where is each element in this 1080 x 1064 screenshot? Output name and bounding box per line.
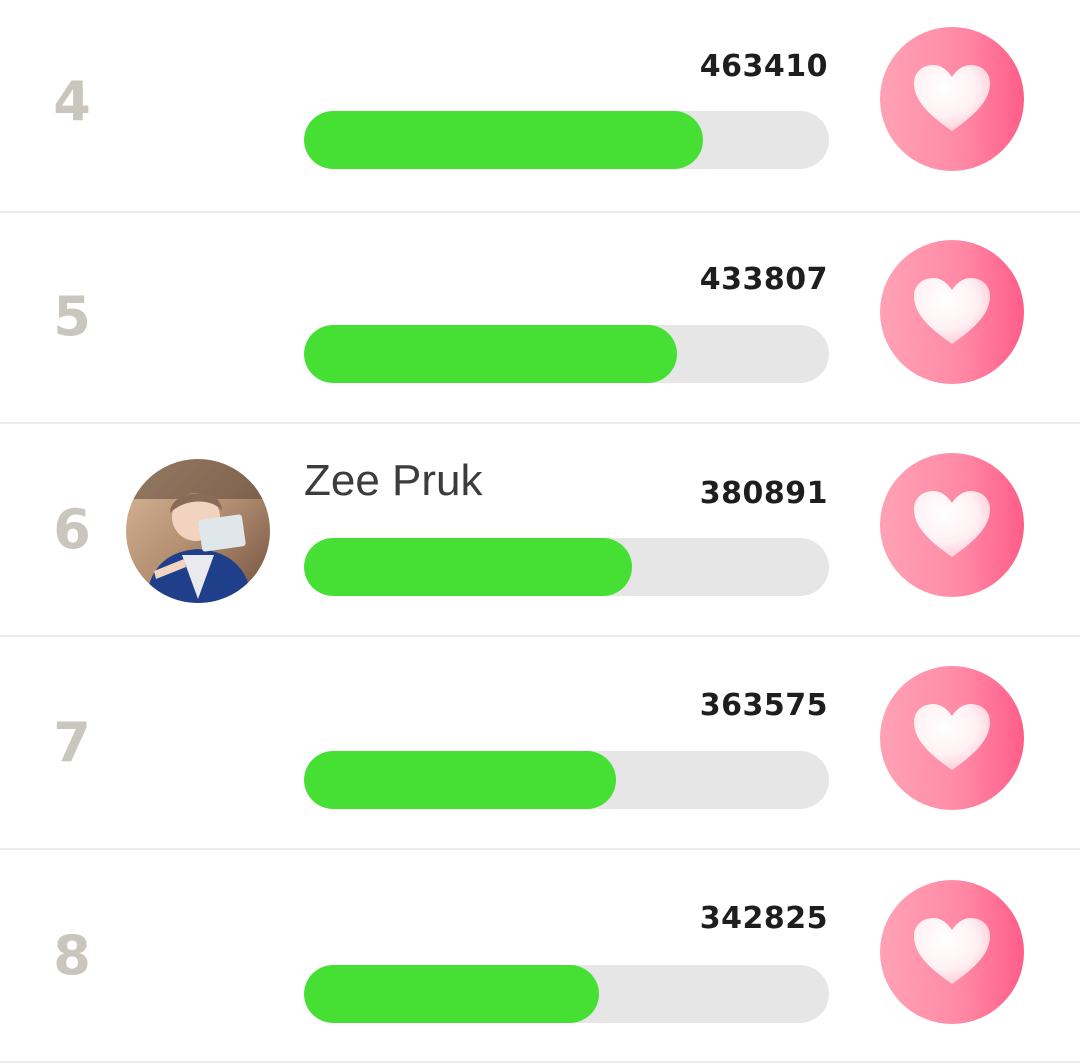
heart-icon <box>914 918 990 984</box>
ranking-row: 4 463410 <box>0 0 1080 213</box>
vote-heart-button[interactable] <box>880 666 1024 810</box>
vote-heart-button[interactable] <box>880 880 1024 1024</box>
rank-number: 5 <box>53 285 91 348</box>
vote-progress-bar <box>304 538 829 596</box>
ranking-row: 8 342825 <box>0 850 1080 1063</box>
heart-icon <box>914 278 990 344</box>
vote-progress-fill <box>304 751 617 809</box>
vote-progress-fill <box>304 111 703 169</box>
vote-heart-button[interactable] <box>880 27 1024 171</box>
vote-heart-button[interactable] <box>880 453 1024 597</box>
vote-count: 363575 <box>699 688 828 723</box>
artist-name: Zee Pruk <box>304 456 483 505</box>
vote-progress-fill <box>304 965 600 1023</box>
vote-progress-bar <box>304 111 829 169</box>
rank-number: 8 <box>53 924 91 987</box>
vote-progress-bar <box>304 751 829 809</box>
ranking-row: 5 433807 <box>0 211 1080 424</box>
heart-icon <box>914 491 990 557</box>
ranking-list: 4 463410 5 433807 6 Zee Pruk 380891 7 36… <box>0 0 1080 1064</box>
rank-number: 6 <box>53 498 91 561</box>
vote-count: 433807 <box>699 262 828 297</box>
vote-progress-fill <box>304 538 632 596</box>
rank-number: 4 <box>53 70 91 133</box>
vote-count: 380891 <box>699 476 828 511</box>
vote-progress-fill <box>304 325 677 383</box>
ranking-row: 6 Zee Pruk 380891 <box>0 424 1080 637</box>
vote-progress-bar <box>304 325 829 383</box>
vote-count: 342825 <box>699 901 828 936</box>
heart-icon <box>914 704 990 770</box>
vote-progress-bar <box>304 965 829 1023</box>
ranking-row: 7 363575 <box>0 637 1080 850</box>
heart-icon <box>914 65 990 131</box>
avatar[interactable] <box>126 459 270 603</box>
vote-count: 463410 <box>699 49 828 84</box>
vote-heart-button[interactable] <box>880 240 1024 384</box>
rank-number: 7 <box>53 711 91 774</box>
avatar-photo <box>126 459 270 603</box>
